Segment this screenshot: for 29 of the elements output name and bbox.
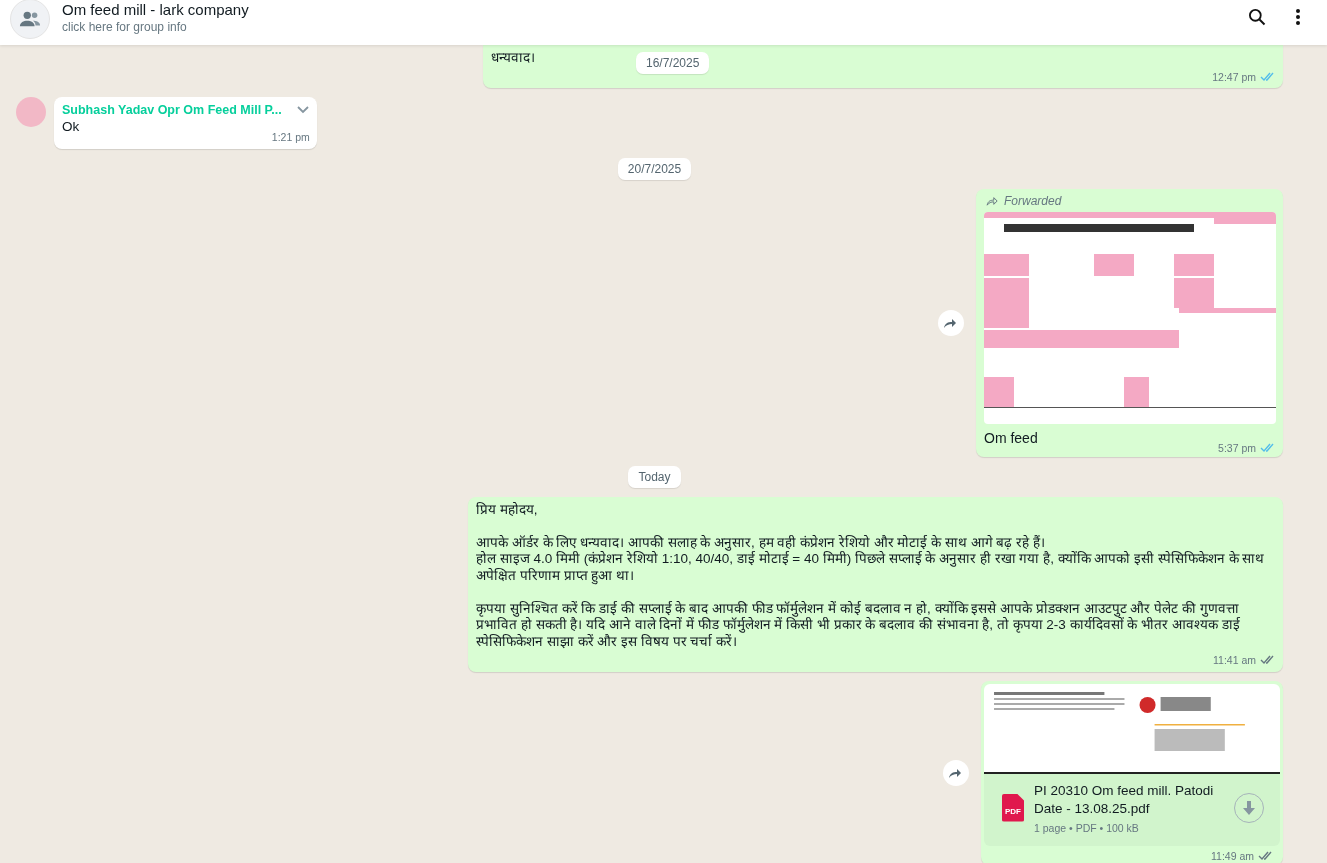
message-time: 11:49 am bbox=[1211, 849, 1254, 862]
search-icon[interactable] bbox=[1247, 6, 1267, 27]
forward-icon bbox=[943, 316, 959, 329]
date-chip: 20/7/2025 bbox=[617, 157, 692, 180]
date-chip: Today bbox=[628, 465, 681, 488]
group-avatar[interactable] bbox=[10, 0, 50, 39]
file-name[interactable]: PI 20310 Om feed mill. Patodi Date - 13.08.25.pdf bbox=[1034, 781, 1224, 818]
group-info-hint[interactable]: click here for group info bbox=[62, 20, 1235, 34]
pdf-file-icon: PDF bbox=[1002, 793, 1024, 822]
forwarded-label: Forwarded bbox=[1004, 193, 1062, 208]
chevron-icon[interactable] bbox=[295, 105, 310, 116]
forward-button[interactable] bbox=[943, 759, 969, 786]
download-icon bbox=[1242, 799, 1256, 816]
message-time: 11:41 am bbox=[1213, 653, 1256, 668]
message-time: 12:47 pm bbox=[1212, 69, 1256, 85]
message-time: 5:37 pm bbox=[1218, 441, 1256, 454]
menu-icon[interactable] bbox=[1295, 7, 1301, 26]
message-text: प्रिय महोदय, आपके ऑर्डर के लिए धन्यवाद। आपकी सलाह के अनुसार, हम वही कंप्रेशन रेशियो और मोटाई के साथ आगे बढ़ रहे हैं। होल साइज 4.0 मिमी (कंप्रेशन रेशियो 1:10, 40/40, डाई मोटाई = 40 मिमी) पिछले सप्लाई के अनुसार ही रखा गया है, क्योंकि आपको इसी स्पेसिफिकेशन के साथ अपेक्षित परिणाम प्राप्त हुआ था। कृपया सुनिश्चित करें कि डाई की सप्लाई के बाद आपकी फीड फॉर्मुलेशन में कोई बदलाव न हो, क्योंकि इससे आपके प्रोडक्शन आउटपुट और पेलेट की गुणवत्ता प्रभावित हो सकती है। यदि आने वाले दिनों में फीड फॉर्मुलेशन में किसी भी प्रकार के बदलाव की संभावना है, तो कृपया 2-3 कार्यदिवसों के भीतर आवश्यक डाई स्पेसिफिकेशन साझा करें और इस विषय पर चर्चा करें। bbox=[476, 501, 1266, 650]
date-chip: 16/7/2025 bbox=[636, 52, 710, 74]
chat-title[interactable]: Om feed mill - lark company bbox=[62, 1, 1235, 18]
forward-button[interactable] bbox=[938, 309, 964, 336]
sender-name: Subhash Yadav Opr Om Feed Mill P... bbox=[62, 102, 282, 119]
forwarded-icon bbox=[986, 195, 1000, 206]
message-text: धन्यवाद। bbox=[491, 50, 535, 67]
message-time: 1:21 pm bbox=[271, 130, 310, 145]
forward-icon bbox=[948, 766, 964, 779]
image-caption: Om feed bbox=[984, 429, 1039, 446]
message-text: Ok bbox=[62, 118, 80, 135]
file-details: 1 page • PDF • 100 kB bbox=[1034, 821, 1140, 834]
